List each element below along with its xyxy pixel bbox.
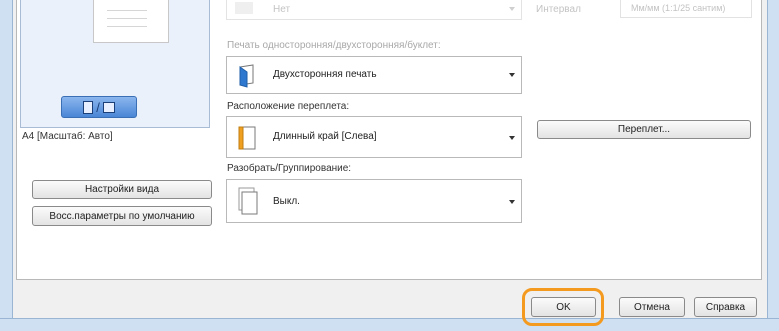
binding-button[interactable]: Переплет... <box>537 120 751 139</box>
faded-combo[interactable]: Нет <box>226 0 522 20</box>
binding-location-select[interactable]: Длинный край [Слева] <box>226 116 522 158</box>
window-frame-right <box>767 0 779 330</box>
print-style-label: Печать односторонняя/двухсторонняя/букле… <box>227 40 441 51</box>
cancel-button[interactable]: Отмена <box>619 297 685 317</box>
duplex-print-icon <box>239 64 254 88</box>
slash-icon: / <box>96 99 100 115</box>
ok-button-highlight <box>522 288 604 326</box>
page-icon <box>83 100 94 114</box>
faded-option-icon <box>235 2 253 14</box>
faded-right-label: Интервал <box>536 4 581 15</box>
preview-view-toggle-button[interactable]: / <box>61 96 137 118</box>
chevron-down-icon <box>509 7 515 11</box>
collate-select[interactable]: Выкл. <box>226 179 522 223</box>
binding-location-value: Длинный край [Слева] <box>273 131 377 142</box>
page-preview-thumbnail <box>93 0 169 43</box>
binding-location-label: Расположение переплета: <box>227 101 350 112</box>
faded-right-field: Мм/мм (1:1/25 сантим) <box>620 0 752 18</box>
preview-line <box>107 26 147 27</box>
preview-line <box>107 18 147 19</box>
print-style-select[interactable]: Двухсторонняя печать <box>226 56 522 94</box>
window-frame-left <box>0 0 13 330</box>
collate-off-icon <box>238 187 258 215</box>
chevron-down-icon <box>509 136 515 140</box>
binding-left-icon <box>238 126 256 150</box>
printer-icon <box>102 101 115 113</box>
view-settings-button[interactable]: Настройки вида <box>32 180 212 199</box>
collate-label: Разобрать/Группирование: <box>227 163 352 174</box>
collate-value: Выкл. <box>273 196 300 207</box>
chevron-down-icon <box>509 73 515 77</box>
chevron-down-icon <box>509 200 515 204</box>
restore-defaults-button[interactable]: Восс.параметры по умолчанию <box>32 206 212 226</box>
page-preview: / <box>20 0 210 128</box>
faded-combo-value: Нет <box>273 4 291 15</box>
print-style-value: Двухсторонняя печать <box>273 69 377 80</box>
window-frame-bottom <box>0 318 779 331</box>
preview-caption: A4 [Масштаб: Авто] <box>22 131 113 142</box>
faded-right-field-value: Мм/мм (1:1/25 сантим) <box>631 3 726 13</box>
help-button[interactable]: Справка <box>694 297 757 317</box>
preview-line <box>107 10 147 11</box>
